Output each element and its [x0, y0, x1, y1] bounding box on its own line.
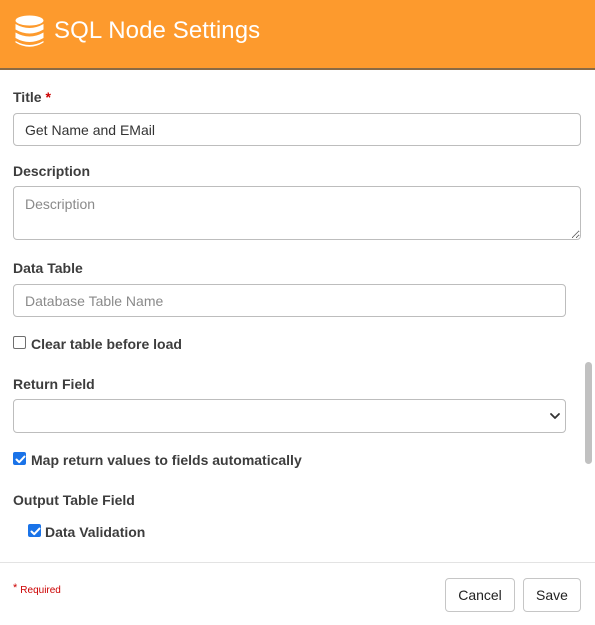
cancel-button[interactable]: Cancel — [445, 578, 515, 612]
data-table-label: Data Table — [13, 260, 83, 276]
clear-table-label[interactable]: Clear table before load — [31, 336, 182, 352]
map-return-label[interactable]: Map return values to fields automaticall… — [31, 452, 302, 468]
footer-divider — [0, 562, 595, 563]
return-field-select[interactable] — [13, 399, 566, 433]
save-button[interactable]: Save — [523, 578, 581, 612]
checkmark-icon — [15, 455, 26, 464]
clear-table-checkbox[interactable] — [13, 336, 26, 349]
database-icon — [15, 15, 44, 47]
return-field-label: Return Field — [13, 376, 95, 392]
description-textarea[interactable] — [13, 186, 581, 240]
required-asterisk: * — [45, 89, 51, 105]
dialog-header: SQL Node Settings — [0, 0, 595, 70]
chevron-down-icon — [550, 413, 560, 419]
title-label: Title * — [13, 89, 51, 105]
checkmark-icon — [30, 527, 41, 536]
required-note-star: * — [13, 582, 18, 594]
map-return-checkbox[interactable] — [13, 452, 26, 465]
required-note: * Required — [13, 582, 61, 596]
required-note-text: Required — [20, 585, 61, 596]
title-input[interactable] — [13, 113, 581, 146]
dialog-title: SQL Node Settings — [54, 17, 261, 44]
data-validation-checkbox[interactable] — [28, 524, 41, 537]
data-table-input[interactable] — [13, 284, 566, 317]
title-label-text: Title — [13, 89, 42, 105]
description-label: Description — [13, 163, 91, 179]
data-validation-label[interactable]: Data Validation — [45, 524, 145, 540]
scrollbar-thumb[interactable] — [585, 362, 592, 464]
output-table-label: Output Table Field — [13, 492, 135, 508]
